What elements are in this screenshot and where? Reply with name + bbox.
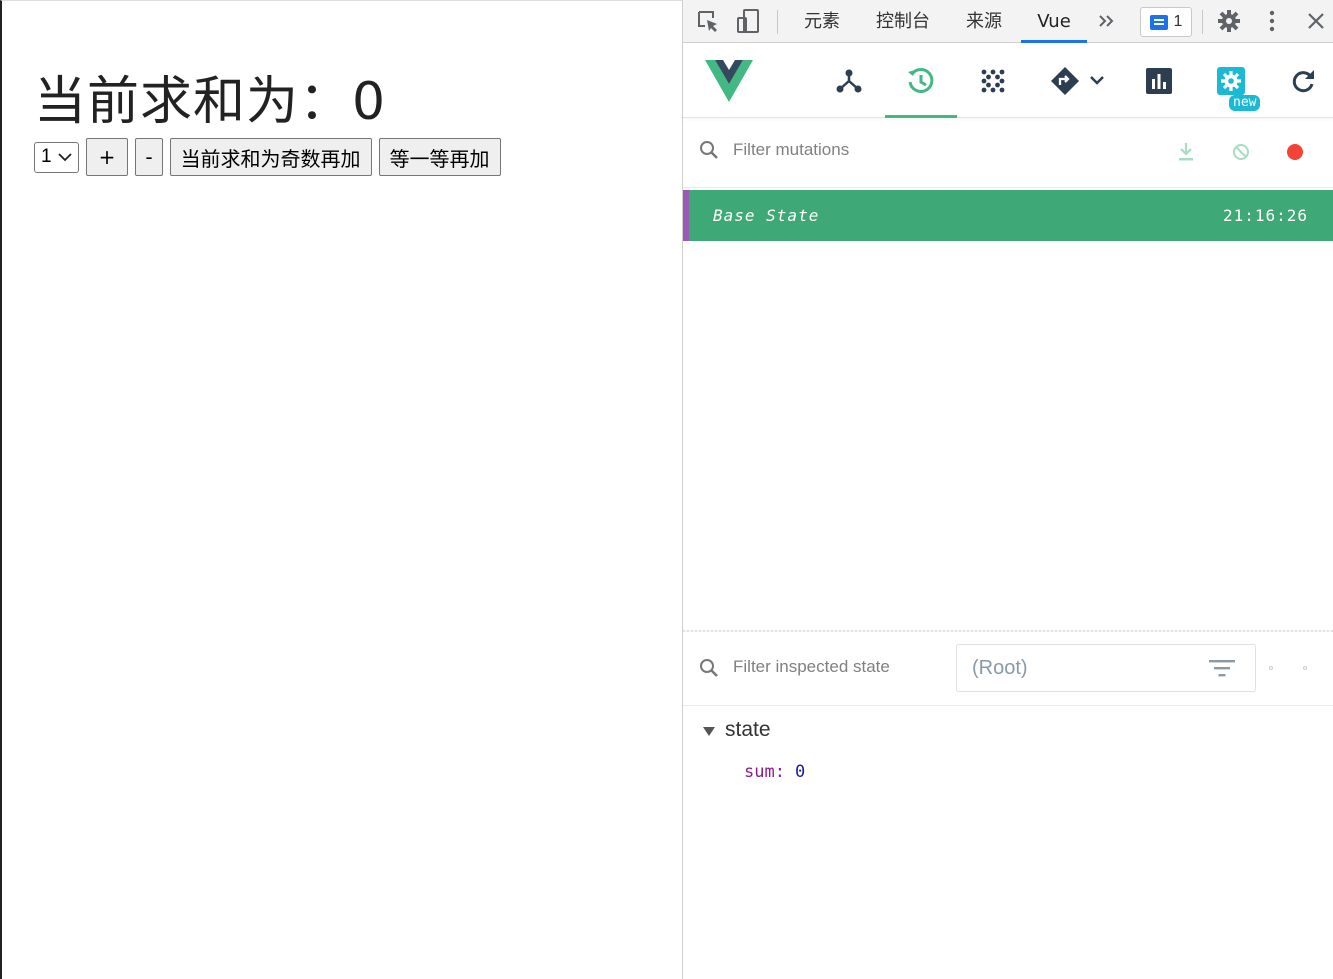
devtools-panel: 元素 控制台 来源 Vue 1 new Filter mutations Bas… [682, 0, 1333, 979]
screen: 当前求和为：0 1 + - 当前求和为奇数再加 等一等再加 元素 控制台 来源 [0, 0, 1333, 979]
caret-down-icon [703, 726, 715, 736]
kebab-menu-icon[interactable] [1259, 8, 1285, 34]
inspector-filter-input[interactable]: Filter inspected state [733, 657, 890, 677]
mutation-timestamp: 21:16:26 [1222, 206, 1308, 225]
device-toolbar-icon[interactable] [735, 8, 761, 34]
dot-icon [1303, 666, 1307, 670]
increment-button[interactable]: + [85, 138, 129, 176]
search-icon [699, 140, 719, 165]
prop-key: sum: [744, 762, 785, 782]
record-icon[interactable] [1286, 143, 1304, 166]
performance-tab-icon[interactable] [1123, 43, 1195, 118]
mutation-label: Base State [713, 206, 820, 225]
chevron-down-icon [57, 153, 72, 162]
toolbar-divider [1202, 10, 1203, 34]
devtools-tabbar: 元素 控制台 来源 Vue 1 [683, 0, 1333, 43]
state-section-label: state [725, 718, 771, 741]
issues-count: 1 [1173, 13, 1183, 30]
app-page: 当前求和为：0 1 + - 当前求和为奇数再加 等一等再加 [0, 0, 682, 979]
components-tab-icon[interactable] [813, 43, 885, 118]
clear-icon[interactable] [1231, 142, 1251, 167]
step-select-value: 1 [41, 146, 52, 167]
search-icon [699, 658, 719, 683]
mutations-filter-bar: Filter mutations [683, 118, 1333, 188]
mutation-row-base-state[interactable]: Base State 21:16:26 [683, 190, 1333, 241]
chat-icon [1149, 14, 1168, 30]
refresh-icon[interactable] [1267, 43, 1333, 118]
more-tabs-icon[interactable] [1094, 8, 1120, 34]
inspect-element-icon[interactable] [695, 8, 721, 34]
vue-logo-icon [693, 43, 765, 118]
prop-value: 0 [794, 762, 806, 782]
vuex-tab-icon[interactable] [957, 43, 1029, 118]
root-select[interactable]: (Root) [956, 644, 1256, 692]
tab-elements[interactable]: 元素 [804, 0, 840, 43]
mutations-filter-input[interactable]: Filter mutations [733, 140, 849, 160]
timeline-tab-icon[interactable] [885, 43, 957, 118]
export-icon[interactable] [1177, 142, 1195, 167]
step-select[interactable]: 1 [34, 141, 79, 173]
increment-if-odd-button[interactable]: 当前求和为奇数再加 [169, 138, 372, 176]
root-select-value: (Root) [972, 657, 1028, 679]
new-badge: new [1229, 95, 1261, 111]
routing-tab-icon[interactable] [1039, 43, 1119, 118]
tab-vue[interactable]: Vue [1021, 0, 1087, 43]
issues-badge[interactable]: 1 [1140, 7, 1192, 37]
gear-icon[interactable] [1216, 8, 1242, 34]
close-icon[interactable] [1303, 8, 1329, 34]
sum-heading: 当前求和为：0 [34, 72, 387, 132]
toolbar-divider [777, 10, 778, 34]
tab-console[interactable]: 控制台 [876, 0, 930, 43]
inspector-filter-bar: Filter inspected state (Root) [683, 632, 1333, 706]
controls-bar: 1 + - 当前求和为奇数再加 等一等再加 [34, 138, 501, 176]
state-prop-sum[interactable]: sum: 0 [744, 762, 805, 782]
tab-sources[interactable]: 来源 [966, 0, 1002, 43]
state-section-toggle[interactable]: state [703, 718, 771, 742]
dot-icon [1269, 666, 1273, 670]
increment-wait-button[interactable]: 等一等再加 [378, 138, 501, 176]
filter-list-icon [1209, 658, 1235, 683]
decrement-button[interactable]: - [135, 138, 163, 176]
